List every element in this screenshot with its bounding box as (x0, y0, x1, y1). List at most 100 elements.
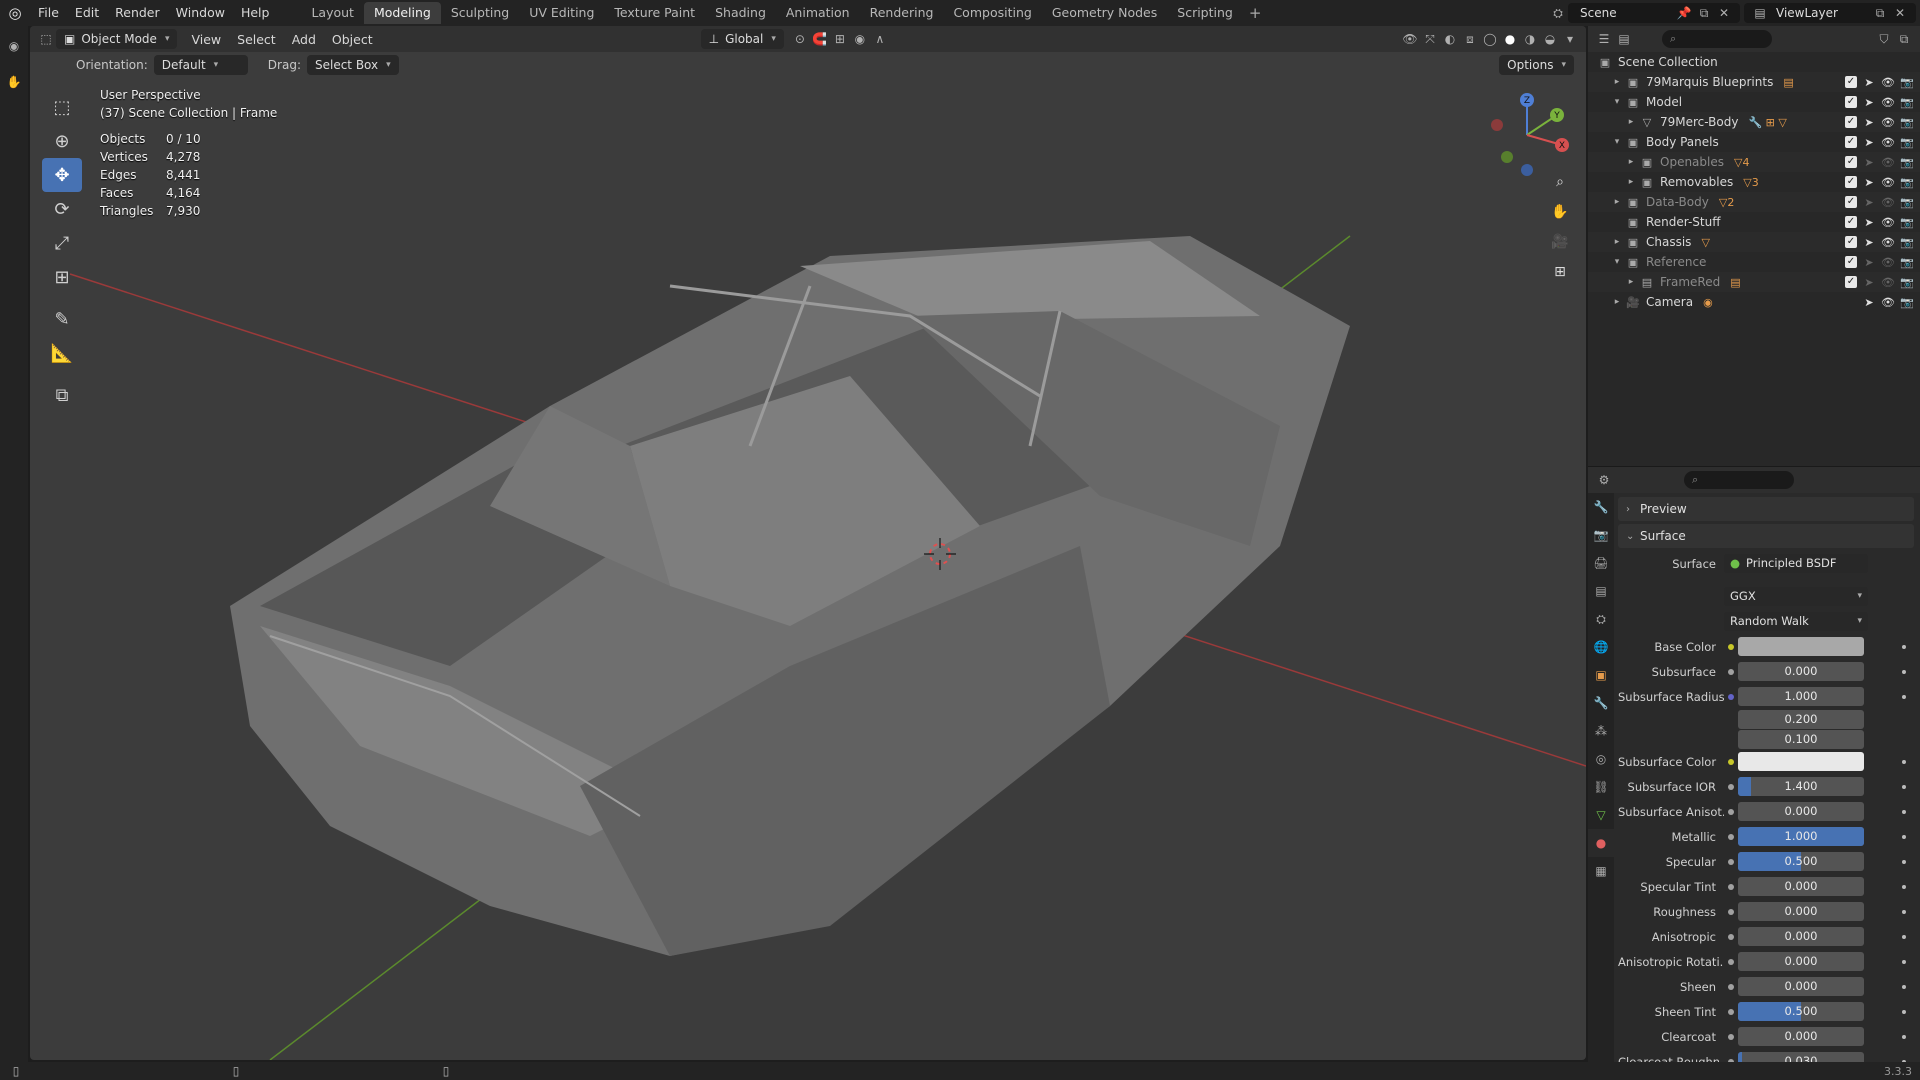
tab-modeling[interactable]: Modeling (363, 2, 441, 24)
cursor-tool-icon[interactable]: ⊕ (42, 124, 82, 158)
render-tab-icon[interactable]: 📷 (1588, 521, 1614, 549)
overlay-icon[interactable]: ◐ (1440, 29, 1460, 49)
keyframe-dot-icon[interactable] (1902, 984, 1906, 989)
viewport-menu-select[interactable]: Select (229, 32, 284, 47)
expand-toggle-icon[interactable]: ▾ (1610, 97, 1624, 107)
exclude-checkbox[interactable]: ✓ (1845, 196, 1857, 208)
annotate-tool-icon[interactable]: ✎ (42, 302, 82, 336)
outliner-item-removables[interactable]: ▸ ▣ Removables ▽3 ✓ ➤ 👁 📷 (1588, 172, 1920, 192)
proportional-edit-icon[interactable]: ◉ (850, 29, 870, 49)
orientation-dropdown[interactable]: Default ▾ (153, 55, 248, 75)
solid-shading-icon[interactable]: ● (1500, 29, 1520, 49)
eye-icon[interactable]: 👁 (1881, 136, 1895, 149)
outliner-item-79merc-body[interactable]: ▸ ▽ 79Merc-Body 🔧 ⊞ ▽ ✓ ➤ 👁 📷 (1588, 112, 1920, 132)
item-data-icon[interactable]: ▽2 (1719, 196, 1734, 209)
mode-dropdown[interactable]: ▣ Object Mode ▾ (56, 29, 178, 49)
surface-panel-header[interactable]: ⌄ Surface (1618, 524, 1914, 548)
scale-tool-icon[interactable]: ⤢ (42, 226, 82, 260)
ortho-toggle-icon[interactable]: ⊞ (1546, 258, 1574, 286)
eye-icon[interactable]: 👁 (1881, 296, 1895, 309)
menu-file[interactable]: File (30, 0, 67, 26)
scene-icon[interactable]: ⛭ (1548, 3, 1568, 23)
view-layer-tab-icon[interactable]: ▤ (1588, 577, 1614, 605)
delete-view-layer-icon[interactable]: ✕ (1890, 3, 1910, 23)
value-field[interactable]: 0.200 (1738, 709, 1864, 729)
outliner-editor-icon[interactable]: ☰ (1594, 29, 1614, 49)
outliner-item-data-body[interactable]: ▸ ▣ Data-Body ▽2 ✓ ➤ 👁 📷 (1588, 192, 1920, 212)
eye-icon[interactable]: 👁 (1881, 196, 1895, 209)
new-collection-icon[interactable]: ⧉ (1894, 29, 1914, 49)
snap-target-icon[interactable]: ⊞ (830, 29, 850, 49)
tool-tab-icon[interactable]: 🔧 (1588, 493, 1614, 521)
value-field[interactable]: 0.000 (1738, 927, 1864, 946)
tab-geometry-nodes[interactable]: Geometry Nodes (1042, 2, 1167, 24)
socket-icon[interactable] (1724, 1033, 1738, 1040)
value-field[interactable]: 0.500 (1738, 1002, 1864, 1021)
viewport-menu-object[interactable]: Object (324, 32, 381, 47)
selectable-icon[interactable]: ➤ (1862, 276, 1876, 289)
shading-options-icon[interactable]: ▾ (1560, 29, 1580, 49)
tab-texture-paint[interactable]: Texture Paint (604, 2, 705, 24)
properties-editor-icon[interactable]: ⚙ (1594, 470, 1614, 490)
tab-rendering[interactable]: Rendering (860, 2, 944, 24)
tab-compositing[interactable]: Compositing (943, 2, 1041, 24)
render-camera-icon[interactable]: 📷 (1900, 276, 1914, 289)
data-tab-icon[interactable]: ▽ (1588, 801, 1614, 829)
filter-icon[interactable]: ⛉ (1874, 29, 1894, 49)
xray-icon[interactable]: ⧈ (1460, 29, 1480, 49)
object-tab-icon[interactable]: ▣ (1588, 661, 1614, 689)
viewport-menu-view[interactable]: View (183, 32, 229, 47)
wireframe-shading-icon[interactable]: ◯ (1480, 29, 1500, 49)
display-mode-icon[interactable]: ▤ (1614, 29, 1634, 49)
tab-animation[interactable]: Animation (776, 2, 860, 24)
keyframe-dot-icon[interactable] (1902, 909, 1906, 914)
item-data-icon[interactable]: ▤ (1730, 276, 1740, 289)
pan-icon[interactable]: ✋ (1546, 198, 1574, 226)
selectable-icon[interactable]: ➤ (1862, 216, 1876, 229)
socket-icon[interactable] (1724, 643, 1738, 650)
outliner-item-render-stuff[interactable]: ▣ Render-Stuff ✓ ➤ 👁 📷 (1588, 212, 1920, 232)
exclude-checkbox[interactable]: ✓ (1845, 176, 1857, 188)
value-field[interactable]: 0.100 (1738, 729, 1864, 749)
select-box-tool-icon[interactable]: ⬚ (42, 90, 82, 124)
navigation-gizmo[interactable]: Z Y X (1482, 90, 1572, 180)
render-camera-icon[interactable]: 📷 (1900, 156, 1914, 169)
keyframe-dot-icon[interactable] (1902, 1034, 1906, 1039)
expand-toggle-icon[interactable]: ▸ (1610, 297, 1624, 307)
blender-logo-icon[interactable]: ◎ (0, 0, 30, 26)
value-field[interactable]: 0.000 (1738, 802, 1864, 821)
rotate-tool-icon[interactable]: ⟳ (42, 192, 82, 226)
preview-panel-header[interactable]: › Preview (1618, 497, 1914, 521)
drag-dropdown[interactable]: Select Box ▾ (306, 55, 399, 75)
material-shading-icon[interactable]: ◑ (1520, 29, 1540, 49)
selectable-icon[interactable]: ➤ (1862, 256, 1876, 269)
value-field[interactable]: 0.000 (1738, 952, 1864, 971)
exclude-checkbox[interactable]: ✓ (1845, 276, 1857, 288)
distribution-dropdown[interactable]: GGX ▾ (1724, 587, 1868, 606)
pivot-icon[interactable]: ⊙ (790, 29, 810, 49)
pin-icon[interactable]: 📌 (1674, 3, 1694, 23)
expand-toggle-icon[interactable]: ▾ (1610, 137, 1624, 147)
value-field[interactable]: 0.000 (1738, 877, 1864, 896)
render-camera-icon[interactable]: 📷 (1900, 296, 1914, 309)
value-field[interactable]: 0.500 (1738, 852, 1864, 871)
render-camera-icon[interactable]: 📷 (1900, 216, 1914, 229)
3d-viewport[interactable]: ⬚ ▣ Object Mode ▾ View Select Add Object ⊥ G… (30, 26, 1586, 1060)
exclude-checkbox[interactable]: ✓ (1845, 116, 1857, 128)
move-tool-icon[interactable]: ✥ (42, 158, 82, 192)
outliner-item-body-panels[interactable]: ▾ ▣ Body Panels ✓ ➤ 👁 📷 (1588, 132, 1920, 152)
eye-icon[interactable]: 👁 (1881, 96, 1895, 109)
color-swatch[interactable] (1738, 752, 1864, 771)
selectable-icon[interactable]: ➤ (1862, 296, 1876, 309)
expand-toggle-icon[interactable]: ▸ (1624, 177, 1638, 187)
outliner-item-openables[interactable]: ▸ ▣ Openables ▽4 ✓ ➤ 👁 📷 (1588, 152, 1920, 172)
constraints-tab-icon[interactable]: ⛓ (1588, 773, 1614, 801)
transform-orientation-dropdown[interactable]: ⊥ Global ▾ (700, 29, 784, 49)
value-field[interactable]: 0.000 (1738, 902, 1864, 921)
value-field[interactable]: 1.000 (1738, 827, 1864, 846)
keyframe-dot-icon[interactable] (1902, 694, 1906, 699)
value-field[interactable]: 0.000 (1738, 1027, 1864, 1046)
keyframe-dot-icon[interactable] (1902, 784, 1906, 789)
menu-render[interactable]: Render (107, 0, 168, 26)
socket-icon[interactable] (1724, 1008, 1738, 1015)
